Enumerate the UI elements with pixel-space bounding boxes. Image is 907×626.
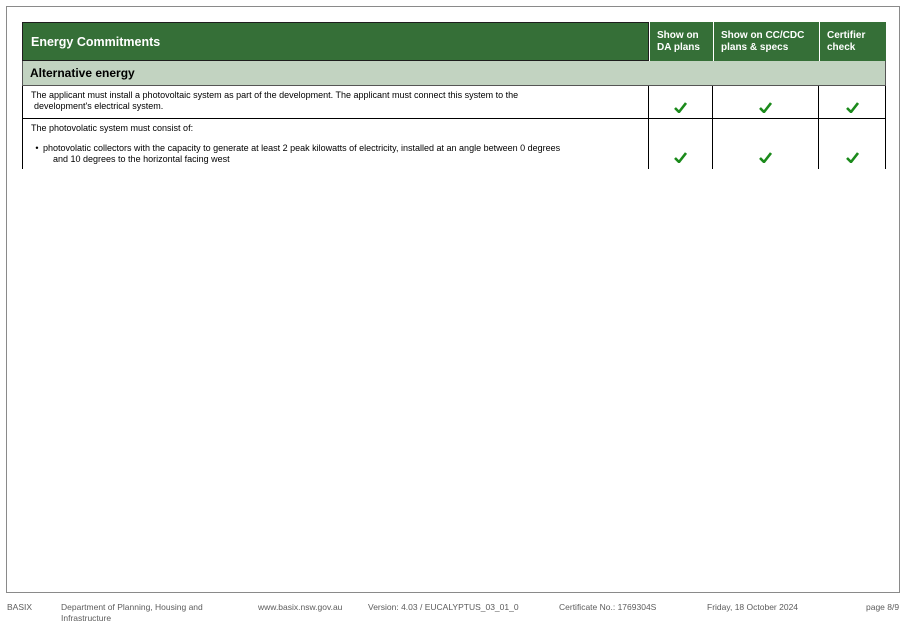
bullet-item: • photovolatic collectors with the capac…	[31, 143, 640, 165]
commitment-text: The applicant must install a photovoltai…	[22, 86, 649, 118]
text-line: The photovolatic system must consist of:	[31, 123, 194, 133]
table-header: Energy Commitments Show on DA plans Show …	[22, 22, 886, 61]
column-header-da-plans: Show on DA plans	[649, 22, 713, 61]
check-icon	[759, 152, 772, 163]
col-label-line: check	[827, 41, 856, 53]
footer-page-number: page 8/9	[866, 602, 900, 612]
da-plans-cell	[649, 119, 713, 169]
column-header-certifier-check: Certifier check	[819, 22, 886, 61]
footer-website: www.basix.nsw.gov.au	[258, 602, 343, 612]
text-line: development's electrical system.	[34, 101, 164, 111]
footer-department: Department of Planning, Housing and Infra…	[61, 602, 203, 624]
col-label-line: Show on	[657, 29, 699, 41]
section-heading: Alternative energy	[22, 61, 886, 86]
table-row: The photovolatic system must consist of:…	[22, 119, 886, 169]
footer-certificate: Certificate No.: 1769304S	[559, 602, 657, 612]
table-title: Energy Commitments	[22, 22, 649, 61]
cc-cdc-plans-cell	[713, 119, 819, 169]
check-icon	[674, 102, 687, 113]
page-footer: BASIX Department of Planning, Housing an…	[0, 602, 907, 626]
footer-version: Version: 4.03 / EUCALYPTUS_03_01_0	[368, 602, 519, 612]
certifier-check-cell	[819, 119, 886, 169]
energy-commitments-table: Energy Commitments Show on DA plans Show …	[22, 22, 886, 169]
certifier-check-cell	[819, 86, 886, 118]
footer-dept-line: Department of Planning, Housing and	[61, 602, 203, 612]
check-icon	[845, 152, 859, 163]
commitment-text: The photovolatic system must consist of:…	[22, 119, 649, 169]
check-icon	[674, 152, 687, 163]
table-row: The applicant must install a photovoltai…	[22, 86, 886, 119]
text-line: The applicant must install a photovoltai…	[31, 90, 519, 100]
col-label-line: Show on CC/CDC	[721, 29, 805, 41]
bullet-icon: •	[35, 143, 39, 153]
col-label-line: plans & specs	[721, 41, 789, 53]
cc-cdc-plans-cell	[713, 86, 819, 118]
footer-date: Friday, 18 October 2024	[707, 602, 799, 612]
col-label-line: DA plans	[657, 41, 700, 53]
text-line: and 10 degrees to the horizontal facing …	[53, 154, 230, 164]
check-icon	[759, 102, 772, 113]
column-header-cc-cdc-plans: Show on CC/CDC plans & specs	[713, 22, 819, 61]
footer-brand: BASIX	[7, 602, 33, 612]
text-line: photovolatic collectors with the capacit…	[43, 143, 561, 153]
da-plans-cell	[649, 86, 713, 118]
check-icon	[845, 102, 859, 113]
col-label-line: Certifier	[827, 29, 866, 41]
footer-dept-line: Infrastructure	[61, 613, 112, 623]
